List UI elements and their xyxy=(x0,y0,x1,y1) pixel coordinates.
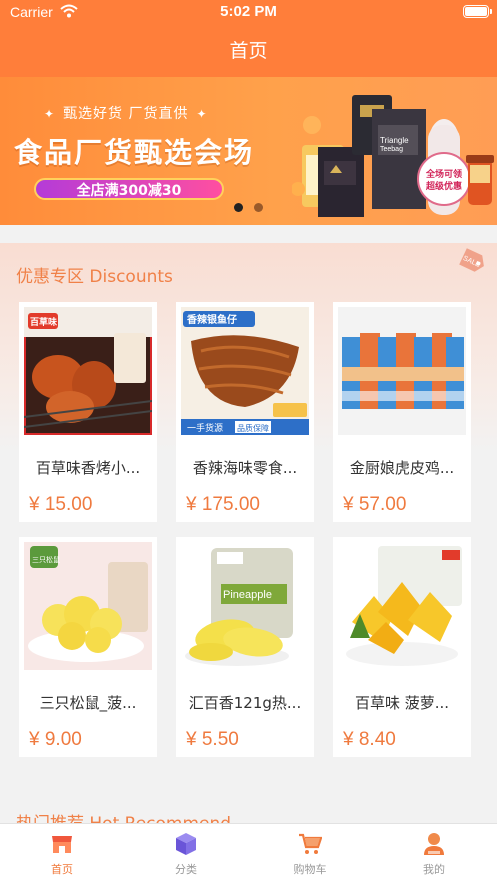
banner-title: 食品厂货甄选会场 xyxy=(14,136,255,169)
svg-text:Triangle: Triangle xyxy=(380,136,409,145)
product-image: Pineapple xyxy=(181,542,309,670)
banner-carousel[interactable]: ✦ 甄选好货 厂货直供 ✦ 食品厂货甄选会场 全店满300减30 Triangle … xyxy=(0,77,497,225)
product-price: ¥ 8.40 xyxy=(343,729,396,750)
cube-icon xyxy=(176,833,196,855)
product-price: ¥ 9.00 xyxy=(29,729,82,750)
top-bar: Carrier 5:02 PM 首页 xyxy=(0,0,497,77)
svg-text:三只松鼠: 三只松鼠 xyxy=(32,555,60,564)
product-name: 百草味香烤小... xyxy=(35,459,141,477)
battery-icon xyxy=(463,5,492,18)
tab-category[interactable]: 分类 xyxy=(124,824,248,883)
product-price: ¥ 5.50 xyxy=(186,729,239,750)
cart-icon xyxy=(299,833,322,854)
svg-text:全场可领: 全场可领 xyxy=(425,168,462,180)
tab-label: 我的 xyxy=(423,863,445,876)
banner-subtitle: ✦ 甄选好货 厂货直供 ✦ xyxy=(44,106,208,122)
carousel-dot-active[interactable] xyxy=(234,203,243,212)
sparkle-icon: ✦ xyxy=(196,107,208,121)
tab-label: 首页 xyxy=(51,863,73,876)
svg-text:Pineapple: Pineapple xyxy=(223,589,272,601)
svg-text:Teebag: Teebag xyxy=(380,146,403,153)
status-time: 5:02 PM xyxy=(220,3,277,20)
tab-label: 购物车 xyxy=(293,863,327,876)
tab-home[interactable]: 首页 xyxy=(0,824,124,883)
svg-text:一手货源: 一手货源 xyxy=(187,422,223,434)
product-name: 三只松鼠_菠... xyxy=(39,694,137,712)
product-card[interactable]: 百草味 菠萝... ¥ 8.40 xyxy=(333,537,471,757)
product-price: ¥ 57.00 xyxy=(343,494,407,515)
product-card[interactable]: 金厨娘虎皮鸡... ¥ 57.00 xyxy=(333,302,471,522)
product-card[interactable]: Pineapple 汇百香121g热... ¥ 5.50 xyxy=(176,537,314,757)
product-name: 香辣海味零食... xyxy=(192,459,298,477)
banner-promo-badge: 全店满300减30 xyxy=(34,178,224,200)
shop-icon xyxy=(52,836,72,853)
tab-label: 分类 xyxy=(175,863,197,876)
product-name: 汇百香121g热... xyxy=(188,694,302,712)
product-card[interactable]: 百草味 百草味香烤小... ¥ 15.00 xyxy=(19,302,157,522)
sparkle-icon: ✦ xyxy=(44,107,56,121)
svg-text:超级优惠: 超级优惠 xyxy=(425,180,462,192)
product-name: 百草味 菠萝... xyxy=(354,694,450,712)
tab-cart[interactable]: 购物车 xyxy=(248,824,372,883)
banner-products-image: Triangle Teebag 全场可领 超级优惠 xyxy=(292,95,494,217)
tab-profile[interactable]: 我的 xyxy=(372,824,496,883)
product-card[interactable]: 三只松鼠 三只松鼠_菠... ¥ 9.00 xyxy=(19,537,157,757)
product-image xyxy=(338,542,466,670)
product-name: 金厨娘虎皮鸡... xyxy=(349,459,455,477)
carousel-dot[interactable] xyxy=(254,203,263,212)
product-price: ¥ 175.00 xyxy=(186,494,260,515)
product-image: 三只松鼠 xyxy=(24,542,152,670)
user-icon xyxy=(424,833,444,855)
svg-text:百草味: 百草味 xyxy=(30,316,57,328)
status-bar: Carrier 5:02 PM xyxy=(0,0,497,26)
product-card[interactable]: 香辣银鱼仔 一手货源 品质保障 香辣海味零食... ¥ 175.00 xyxy=(176,302,314,522)
product-image xyxy=(338,307,466,435)
product-image: 香辣银鱼仔 一手货源 品质保障 xyxy=(181,307,309,435)
discounts-section-title: 优惠专区 Discounts xyxy=(16,267,173,287)
svg-text:香辣银鱼仔: 香辣银鱼仔 xyxy=(187,313,237,326)
product-image: 百草味 xyxy=(24,307,152,435)
svg-text:品质保障: 品质保障 xyxy=(237,423,269,433)
page-title: 首页 xyxy=(229,40,268,62)
product-price: ¥ 15.00 xyxy=(29,494,93,515)
bottom-tab-bar: 首页 分类 购物车 我的 xyxy=(0,823,497,883)
